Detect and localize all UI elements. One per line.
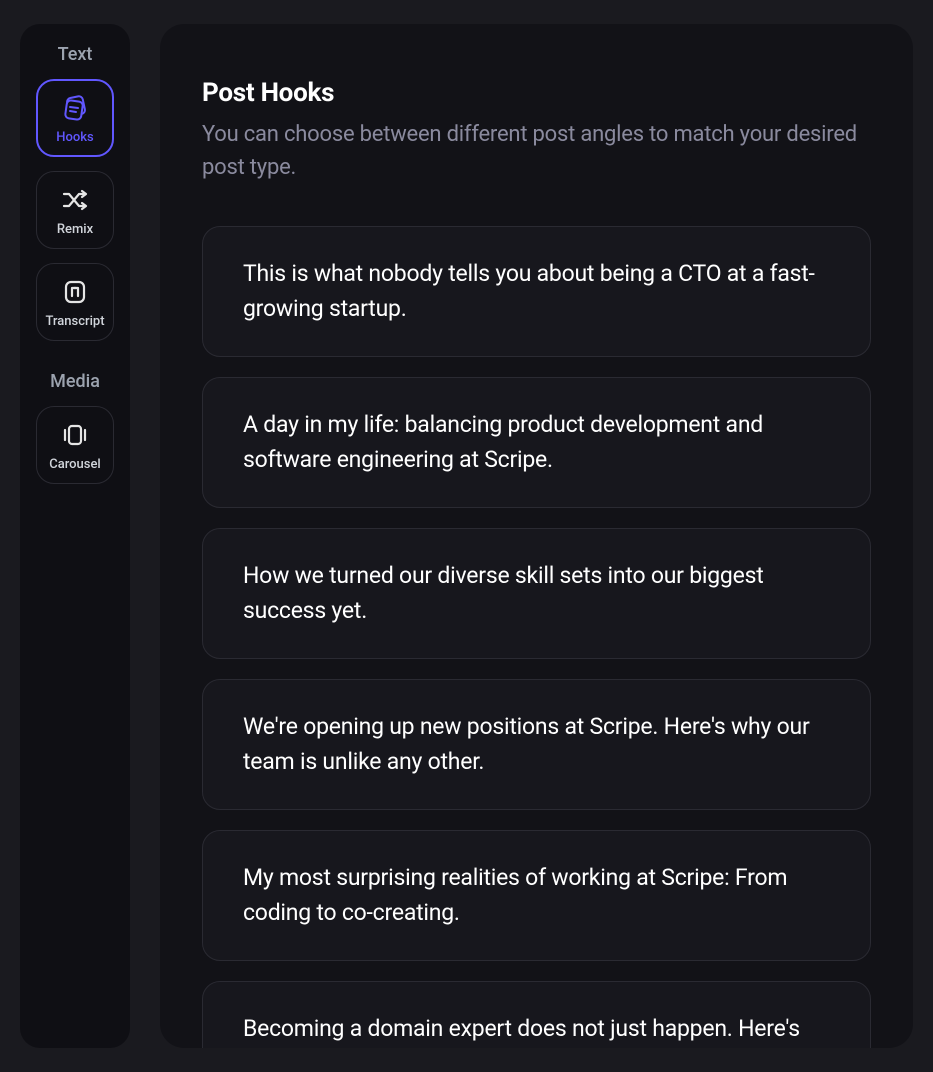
hook-text: My most surprising realities of working …: [243, 861, 830, 930]
shuffle-icon: [59, 184, 91, 216]
sidebar-item-label: Remix: [57, 222, 93, 237]
hook-card[interactable]: My most surprising realities of working …: [202, 830, 871, 961]
hook-text: We're opening up new positions at Scripe…: [243, 710, 830, 779]
hooks-icon: [59, 92, 91, 124]
sidebar-section-media-label: Media: [50, 371, 100, 392]
hook-card[interactable]: This is what nobody tells you about bein…: [202, 226, 871, 357]
hook-text: Becoming a domain expert does not just h…: [243, 1012, 830, 1048]
main-panel: Post Hooks You can choose between differ…: [160, 24, 913, 1048]
panel-subtitle: You can choose between different post an…: [202, 118, 871, 184]
sidebar-item-carousel[interactable]: Carousel: [36, 406, 114, 484]
sidebar-item-hooks[interactable]: Hooks: [36, 79, 114, 157]
hook-card[interactable]: We're opening up new positions at Scripe…: [202, 679, 871, 810]
hook-text: This is what nobody tells you about bein…: [243, 257, 830, 326]
hook-text: How we turned our diverse skill sets int…: [243, 559, 830, 628]
carousel-icon: [59, 419, 91, 451]
transcript-icon: [59, 276, 91, 308]
sidebar-section-text-label: Text: [58, 44, 93, 65]
sidebar-item-label: Transcript: [45, 314, 104, 329]
sidebar-item-label: Hooks: [56, 130, 93, 145]
sidebar-item-transcript[interactable]: Transcript: [36, 263, 114, 341]
hook-card[interactable]: Becoming a domain expert does not just h…: [202, 981, 871, 1048]
app-container: Text Hooks Remix: [0, 0, 933, 1072]
sidebar: Text Hooks Remix: [20, 24, 130, 1048]
hook-text: A day in my life: balancing product deve…: [243, 408, 830, 477]
sidebar-item-label: Carousel: [49, 457, 101, 472]
hook-card[interactable]: How we turned our diverse skill sets int…: [202, 528, 871, 659]
hook-card[interactable]: A day in my life: balancing product deve…: [202, 377, 871, 508]
panel-title: Post Hooks: [202, 78, 871, 108]
sidebar-item-remix[interactable]: Remix: [36, 171, 114, 249]
